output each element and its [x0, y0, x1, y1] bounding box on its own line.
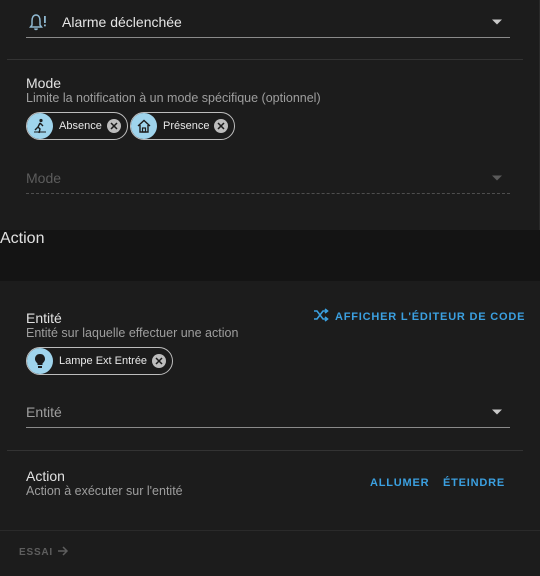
mode-chip-absence[interactable]: Absence [26, 112, 128, 140]
turn-on-button[interactable]: ALLUMER [370, 477, 429, 489]
close-icon[interactable] [106, 119, 121, 133]
trigger-select[interactable]: Alarme déclenchée [26, 4, 510, 38]
close-icon[interactable] [152, 354, 167, 368]
mode-select-placeholder: Mode [26, 170, 62, 186]
entity-select[interactable]: Entité [26, 394, 510, 428]
entity-label: Entité [26, 310, 62, 326]
bell-alert-icon [28, 12, 48, 37]
close-icon[interactable] [214, 119, 229, 133]
action-header-title: Action [0, 230, 45, 247]
test-button[interactable]: ESSAI [19, 546, 69, 559]
trigger-select-value: Alarme déclenchée [62, 14, 182, 30]
entity-description: Entité sur laquelle effectuer une action [26, 326, 239, 340]
entity-chip-lampe[interactable]: Lampe Ext Entrée [26, 347, 174, 375]
mode-chip-presence[interactable]: Présence [130, 112, 236, 140]
shuffle-icon [313, 308, 329, 325]
action-header [0, 230, 540, 281]
chip-label: Présence [163, 120, 210, 132]
entity-select-placeholder: Entité [26, 404, 62, 420]
home-icon [131, 113, 157, 139]
divider [0, 530, 540, 531]
action-description: Action à exécuter sur l'entité [26, 484, 183, 498]
mode-description: Limite la notification à un mode spécifi… [26, 91, 321, 105]
test-button-label: ESSAI [19, 547, 54, 558]
chevron-down-icon [492, 409, 502, 414]
turn-off-button[interactable]: ÉTEINDRE [443, 477, 505, 489]
chevron-down-icon [492, 19, 502, 24]
lightbulb-icon [27, 348, 53, 374]
action-label: Action [26, 468, 65, 484]
chip-label: Absence [59, 120, 102, 132]
arrow-right-icon [57, 546, 69, 559]
show-code-editor-label: AFFICHER L'ÉDITEUR DE CODE [335, 310, 526, 323]
chip-label: Lampe Ext Entrée [59, 355, 148, 367]
divider [7, 59, 523, 60]
walking-person-icon [27, 113, 53, 139]
mode-label: Mode [26, 75, 62, 91]
show-code-editor-button[interactable]: AFFICHER L'ÉDITEUR DE CODE [313, 308, 525, 325]
chevron-down-icon [492, 175, 502, 180]
mode-select[interactable]: Mode [26, 160, 510, 194]
divider [7, 450, 523, 451]
